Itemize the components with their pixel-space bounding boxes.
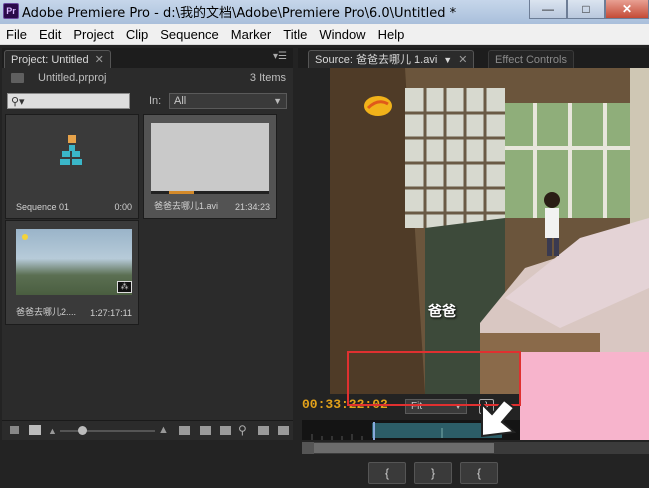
sequence-icon bbox=[60, 135, 82, 165]
panel-menu-icon[interactable]: ▾☰ bbox=[273, 51, 287, 62]
menu-bar: File Edit Project Clip Sequence Marker T… bbox=[0, 24, 649, 45]
tab-effect-controls[interactable]: Effect Controls bbox=[488, 50, 574, 68]
video-caption: 爸爸 bbox=[428, 304, 456, 320]
project-panel: Project: Untitled ✕ ▾☰ Untitled.prproj 3 … bbox=[2, 48, 293, 440]
menu-help[interactable]: Help bbox=[372, 24, 411, 45]
bin-item-duration: 0:00 bbox=[114, 202, 132, 212]
maximize-button[interactable]: □ bbox=[567, 0, 605, 19]
menu-sequence[interactable]: Sequence bbox=[154, 24, 225, 45]
clip-thumbnail bbox=[16, 229, 132, 295]
audio-waveform-icon: ⁂ bbox=[117, 281, 132, 293]
in-filter-value: All bbox=[174, 95, 187, 107]
icon-view-icon[interactable] bbox=[29, 425, 41, 435]
in-filter-select[interactable]: All ▼ bbox=[169, 93, 287, 109]
pink-overlay bbox=[520, 352, 649, 440]
chevron-down-icon: ▼ bbox=[273, 96, 282, 106]
bin-item-clip-2[interactable]: ⁂ 爸爸去哪儿2.... 1:27:17:11 bbox=[5, 220, 139, 325]
automate-to-sequence-icon[interactable] bbox=[179, 426, 190, 435]
item-count: 3 Items bbox=[249, 72, 286, 84]
in-label: In: bbox=[149, 95, 162, 107]
find-icon[interactable] bbox=[200, 426, 211, 435]
zoom-small-icon: ▲ bbox=[48, 426, 57, 436]
zoom-scroll-thumb[interactable] bbox=[314, 443, 494, 453]
video-frame: 爸爸 bbox=[330, 68, 649, 394]
clip-thumbnail bbox=[151, 123, 269, 191]
bin-item-sequence[interactable]: Sequence 01 0:00 bbox=[5, 114, 139, 219]
bin-item-name: 爸爸去哪儿1.avi bbox=[154, 201, 219, 211]
search-icon[interactable]: ⚲ bbox=[238, 423, 247, 437]
close-icon[interactable]: ✕ bbox=[95, 54, 104, 66]
bin-item-duration: 1:27:17:11 bbox=[90, 308, 132, 318]
folder-icon bbox=[11, 73, 24, 83]
bin-item-clip-1[interactable]: 爸爸去哪儿1.avi 21:34:23 bbox=[143, 114, 277, 219]
source-transport-controls: { } { bbox=[298, 460, 649, 488]
menu-file[interactable]: File bbox=[0, 24, 33, 45]
tab-source[interactable]: Source: 爸爸去哪儿 1.avi ▼ ✕ bbox=[308, 50, 475, 68]
go-to-in-button[interactable]: { bbox=[460, 462, 498, 484]
scrubber-progress bbox=[169, 191, 194, 194]
tab-project[interactable]: Project: Untitled ✕ bbox=[4, 50, 111, 68]
thumbnail-size-slider[interactable] bbox=[60, 426, 155, 435]
zoom-large-icon: ▲ bbox=[158, 424, 169, 436]
close-icon[interactable]: ✕ bbox=[458, 54, 467, 66]
window-title: Adobe Premiere Pro - d:\我的文档\Adobe\Premi… bbox=[22, 6, 457, 21]
folder-icon[interactable] bbox=[258, 426, 269, 435]
close-button[interactable]: ✕ bbox=[605, 0, 649, 19]
window-controls: — □ ✕ bbox=[529, 0, 649, 20]
sun-icon bbox=[22, 234, 28, 240]
menu-project[interactable]: Project bbox=[67, 24, 119, 45]
menu-title[interactable]: Title bbox=[277, 24, 313, 45]
video-frame-image bbox=[330, 68, 649, 394]
mouse-cursor-icon bbox=[481, 398, 517, 438]
search-row: ⚲▾ In: All ▼ bbox=[2, 92, 293, 114]
search-icon: ⚲▾ bbox=[11, 96, 25, 108]
new-bin-icon[interactable] bbox=[220, 426, 231, 435]
project-file-name: Untitled.prproj bbox=[38, 72, 107, 84]
minimize-button[interactable]: — bbox=[529, 0, 567, 19]
slider-handle[interactable] bbox=[78, 426, 87, 435]
new-item-icon[interactable] bbox=[278, 426, 289, 435]
bin-item-name: Sequence 01 bbox=[16, 202, 70, 212]
mark-in-button[interactable]: { bbox=[368, 462, 406, 484]
project-tab-bar: Project: Untitled ✕ ▾☰ bbox=[2, 48, 293, 68]
chevron-down-icon[interactable]: ▼ bbox=[443, 55, 452, 65]
project-info: Untitled.prproj 3 Items bbox=[2, 68, 293, 92]
menu-marker[interactable]: Marker bbox=[225, 24, 277, 45]
source-tab-bar: Source: 爸爸去哪儿 1.avi ▼ ✕ Effect Controls bbox=[298, 48, 649, 68]
menu-edit[interactable]: Edit bbox=[33, 24, 67, 45]
bin-item-name: 爸爸去哪儿2.... bbox=[16, 307, 77, 317]
search-input[interactable]: ⚲▾ bbox=[7, 93, 130, 109]
zoom-scroll-bar[interactable] bbox=[302, 442, 649, 454]
premiere-app-icon: Pr bbox=[3, 3, 19, 19]
tab-project-label: Project: Untitled bbox=[11, 54, 89, 66]
thumbnail-scrubber[interactable] bbox=[151, 191, 269, 194]
list-view-icon[interactable] bbox=[10, 426, 19, 434]
menu-clip[interactable]: Clip bbox=[120, 24, 154, 45]
title-bar: Pr Adobe Premiere Pro - d:\我的文档\Adobe\Pr… bbox=[0, 0, 649, 24]
project-bottom-toolbar: ▲ ▲ ⚲ bbox=[2, 420, 293, 440]
tab-source-label: Source: 爸爸去哪儿 1.avi bbox=[315, 54, 438, 66]
zoom-handle-left[interactable] bbox=[302, 442, 314, 454]
mark-out-button[interactable]: } bbox=[414, 462, 452, 484]
bin-item-duration: 21:34:23 bbox=[234, 202, 270, 212]
menu-window[interactable]: Window bbox=[313, 24, 371, 45]
